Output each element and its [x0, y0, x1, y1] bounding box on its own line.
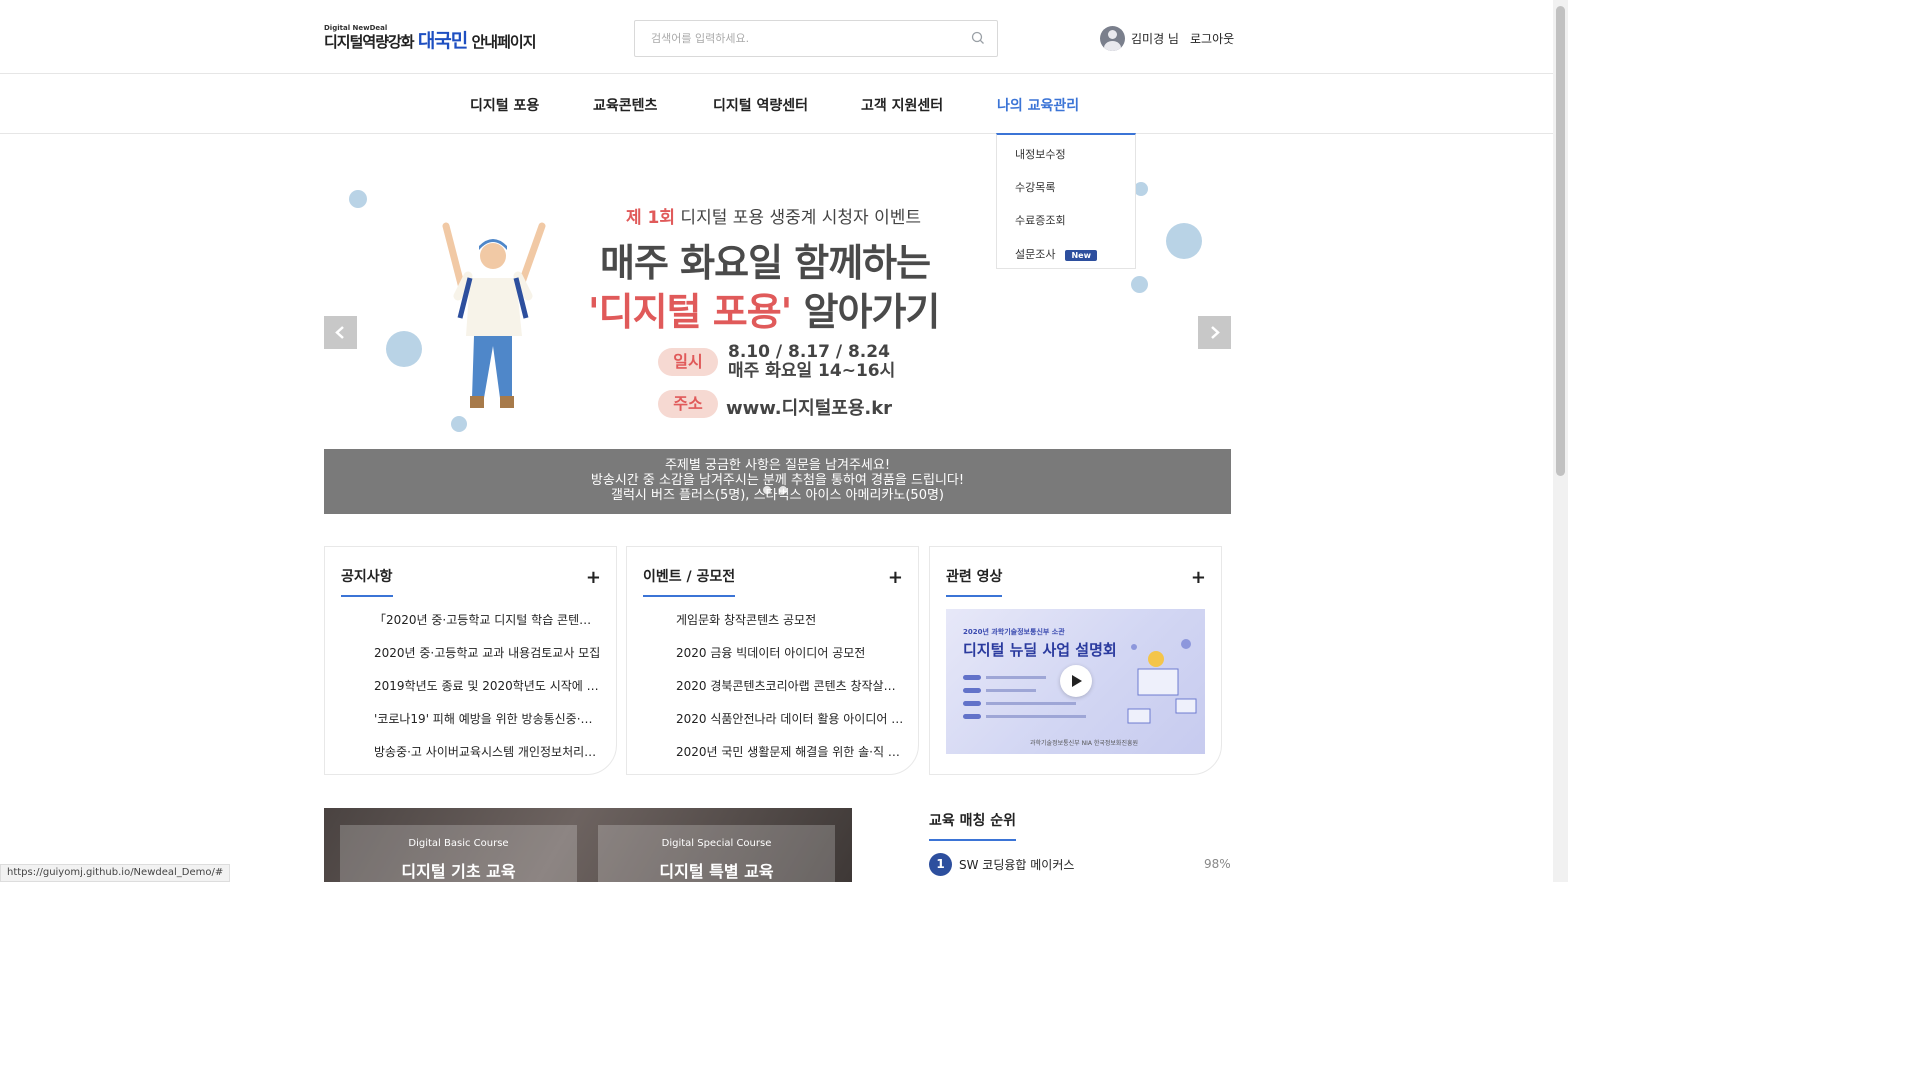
event-card: 이벤트 / 공모전 + 게임문화 창작콘텐츠 공모전 2020 금융 빅데이터 …	[626, 546, 919, 775]
nav-customer-support[interactable]: 고객 지원센터	[861, 95, 943, 115]
info-text	[986, 702, 1076, 705]
banner-headline-2: '디지털 포용' 알아가기	[588, 290, 940, 334]
nav-edu-content[interactable]: 교육콘텐츠	[593, 95, 657, 115]
event-list: 게임문화 창작콘텐츠 공모전 2020 금융 빅데이터 아이디어 공모전 202…	[676, 611, 904, 776]
nav-my-education[interactable]: 나의 교육관리	[997, 95, 1079, 115]
user-profile[interactable]: 김미경 님	[1100, 25, 1179, 51]
basic-course-card[interactable]: Digital Basic Course 디지털 기초 교육	[340, 825, 577, 882]
special-course-card[interactable]: Digital Special Course 디지털 특별 교육	[598, 825, 835, 882]
list-item[interactable]: 2020년 중·고등학교 교과 내용검토교사 모집	[374, 644, 602, 677]
date-pill: 일시	[658, 348, 718, 376]
play-button[interactable]	[1060, 665, 1092, 697]
video-footer: 과학기술정보통신부 NIA 한국정보화진흥원	[1030, 740, 1139, 747]
course-ko-label: 디지털 특별 교육	[659, 862, 774, 881]
site-header: Digital NewDeal 디지털역량강화 대국민 안내페이지 김미경 님 …	[0, 0, 1553, 74]
list-item[interactable]: 「2020년 중·고등학교 디지털 학습 콘텐츠 강사 모집	[374, 611, 602, 644]
slide-dot[interactable]	[779, 486, 787, 494]
video-thumbnail[interactable]: 2020년 과학기술정보통신부 소관 디지털 뉴딜 사업 설명회 과학기술정보통…	[946, 609, 1205, 754]
avatar	[1100, 25, 1125, 51]
notice-more-button[interactable]: +	[586, 567, 601, 588]
rank-percentage: 98%	[1204, 857, 1231, 871]
course-en-label: Digital Special Course	[661, 838, 772, 849]
event-title: 이벤트 / 공모전	[643, 566, 736, 597]
chevron-left-icon	[335, 326, 344, 339]
course-en-label: Digital Basic Course	[408, 838, 509, 849]
info-bar	[963, 701, 981, 706]
slide-indicators	[763, 486, 787, 494]
decor-bubble	[386, 331, 422, 367]
banner-event-title: 제 1회 디지털 포용 생중계 시청자 이벤트	[626, 208, 922, 228]
banner-headline-1: 매주 화요일 함께하는	[600, 241, 931, 285]
course-section: Digital Basic Course 디지털 기초 교육 Digital S…	[324, 808, 852, 882]
isometric-devices-icon	[1127, 639, 1197, 724]
video-heading: 디지털 뉴딜 사업 설명회	[963, 641, 1117, 659]
list-item[interactable]: 2020 경북콘텐츠코리아랩 콘텐츠 창작살롱 참가자 모집	[676, 677, 904, 710]
list-item[interactable]: 게임문화 창작콘텐츠 공모전	[676, 611, 904, 644]
video-title: 관련 영상	[946, 566, 1003, 597]
rank-number: 1	[929, 853, 952, 876]
search-input[interactable]	[635, 21, 955, 56]
list-item[interactable]: '코로나19' 피해 예방을 위한 방송통신중·고등학교 안내	[374, 710, 602, 743]
next-slide-button[interactable]	[1198, 316, 1231, 349]
logout-link[interactable]: 로그아웃	[1190, 30, 1234, 47]
search-box	[634, 20, 998, 57]
search-icon[interactable]	[971, 31, 985, 45]
nav-digital-inclusion[interactable]: 디지털 포용	[470, 95, 539, 115]
notice-card: 공지사항 + 「2020년 중·고등학교 디지털 학습 콘텐츠 강사 모집 20…	[324, 546, 617, 775]
survey-label: 설문조사	[1015, 248, 1056, 261]
decor-bubble	[349, 190, 367, 208]
my-education-dropdown: 내정보수정 수강목록 수료증조회 설문조사 New	[996, 133, 1136, 269]
decor-bubble	[1134, 182, 1148, 196]
info-text	[986, 676, 1046, 679]
dropdown-item-edit-profile[interactable]: 내정보수정	[1015, 146, 1066, 162]
rank-course-name[interactable]: SW 코딩융합 메이커스	[959, 856, 1074, 873]
course-ko-label: 디지털 기초 교육	[401, 862, 516, 881]
video-card: 관련 영상 + 2020년 과학기술정보통신부 소관 디지털 뉴딜 사업 설명회…	[929, 546, 1222, 775]
decor-bubble	[451, 416, 467, 432]
site-logo[interactable]: Digital NewDeal 디지털역량강화 대국민 안내페이지	[324, 24, 537, 52]
main-nav: 디지털 포용 교육콘텐츠 디지털 역량센터 고객 지원센터 나의 교육관리	[0, 74, 1553, 134]
info-text	[986, 715, 1086, 718]
ranking-title: 교육 매칭 순위	[929, 810, 1017, 841]
banner-caption: 주제별 궁금한 사항은 질문을 남겨주세요! 방송시간 중 소감을 남겨주시는 …	[324, 449, 1231, 514]
user-name: 김미경 님	[1131, 31, 1179, 46]
dropdown-item-certificate[interactable]: 수료증조회	[1015, 212, 1066, 228]
banner-url: www.디지털포용.kr	[726, 398, 893, 419]
info-text	[986, 689, 1036, 692]
logo-text: 디지털역량강화 대국민 안내페이지	[324, 30, 537, 52]
decor-bubble	[1166, 223, 1202, 259]
cheering-person-illustration	[442, 222, 546, 408]
list-item[interactable]: 2020 금융 빅데이터 아이디어 공모전	[676, 644, 904, 677]
prev-slide-button[interactable]	[324, 316, 357, 349]
list-item[interactable]: 2020년 국민 생활문제 해결을 위한 솔·직 챌린지	[676, 743, 904, 776]
chevron-right-icon	[1211, 326, 1220, 339]
video-subtitle: 2020년 과학기술정보통신부 소관	[963, 628, 1065, 636]
notice-title: 공지사항	[341, 566, 393, 597]
page-scrollbar[interactable]	[1553, 0, 1568, 882]
notice-list: 「2020년 중·고등학교 디지털 학습 콘텐츠 강사 모집 2020년 중·고…	[374, 611, 602, 776]
slide-dot[interactable]	[763, 486, 771, 494]
info-bar	[963, 675, 981, 680]
info-bar	[963, 688, 981, 693]
new-badge: New	[1065, 249, 1097, 261]
decor-bubble	[1131, 276, 1148, 293]
scroll-thumb[interactable]	[1556, 6, 1565, 476]
banner-date: 8.10 / 8.17 / 8.24 매주 화요일 14~16시	[728, 342, 896, 381]
video-more-button[interactable]: +	[1191, 567, 1206, 588]
address-pill: 주소	[658, 390, 718, 418]
event-more-button[interactable]: +	[888, 567, 903, 588]
dropdown-item-survey[interactable]: 설문조사 New	[1015, 246, 1097, 262]
list-item[interactable]: 2019학년도 종료 및 2020학년도 시작에 따른 안내	[374, 677, 602, 710]
info-bar	[963, 714, 981, 719]
list-item[interactable]: 2020 식품안전나라 데이터 활용 아이디어 공모전	[676, 710, 904, 743]
dropdown-item-course-list[interactable]: 수강목록	[1015, 179, 1055, 195]
nav-digital-center[interactable]: 디지털 역량센터	[713, 95, 808, 115]
list-item[interactable]: 방송중·고 사이버교육시스템 개인정보처리방침 개정 안내	[374, 743, 602, 776]
status-bar-url: https://guiyomj.github.io/Newdeal_Demo/#	[0, 864, 231, 882]
